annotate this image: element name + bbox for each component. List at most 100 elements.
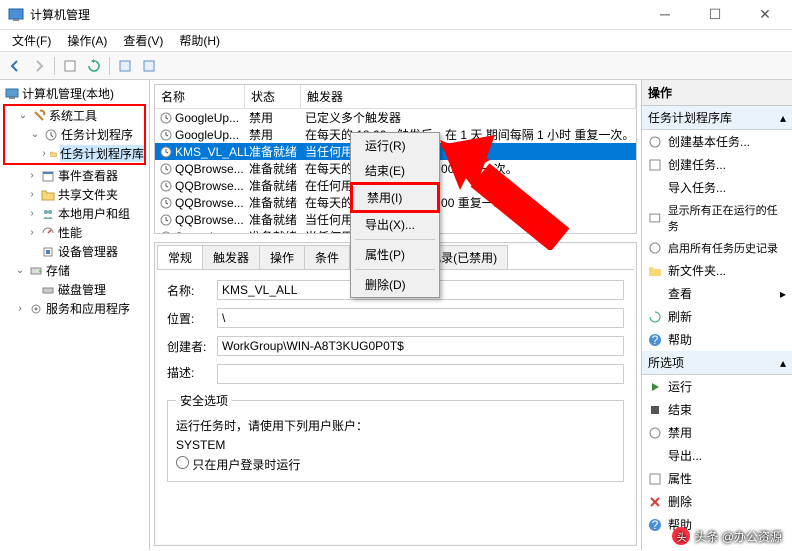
header-name[interactable]: 名称 [155, 85, 245, 108]
cm-properties[interactable]: 属性(P) [351, 242, 439, 267]
menu-action[interactable]: 操作(A) [59, 30, 115, 51]
app-icon [8, 7, 24, 23]
chevron-up-icon[interactable]: ▴ [780, 356, 786, 370]
header-status[interactable]: 状态 [245, 85, 301, 108]
task-icon [648, 158, 662, 172]
action-run[interactable]: 运行 [642, 375, 792, 398]
actions-pane: 操作 任务计划程序库▴ 创建基本任务... 创建任务... 导入任务... 显示… [642, 80, 792, 550]
tree-services[interactable]: ›服务和应用程序 [2, 299, 147, 318]
folder-icon [50, 147, 57, 161]
toolbar-btn[interactable] [59, 55, 81, 77]
tree-root[interactable]: 计算机管理(本地) [2, 84, 147, 103]
toolbar [0, 52, 792, 80]
tree-device-manager[interactable]: 设备管理器 [2, 242, 147, 261]
row-status: 禁用 [249, 109, 305, 126]
toolbar-btn2[interactable] [114, 55, 136, 77]
context-menu: 运行(R) 结束(E) 禁用(I) 导出(X)... 属性(P) 删除(D) [350, 132, 440, 298]
action-view[interactable]: 查看▸ [642, 282, 792, 305]
tree-disk-management[interactable]: 磁盘管理 [2, 280, 147, 299]
tab-conditions[interactable]: 条件 [304, 245, 350, 269]
tree-task-scheduler-library[interactable]: › 任务计划程序库 [5, 144, 144, 163]
properties-icon [648, 472, 662, 486]
menu-help[interactable]: 帮助(H) [171, 30, 228, 51]
chevron-right-icon: ▸ [780, 287, 786, 301]
tree-local-users[interactable]: ›本地用户和组 [2, 204, 147, 223]
list-header: 名称 状态 触发器 [155, 85, 636, 109]
clock-icon [159, 111, 173, 125]
action-properties[interactable]: 属性 [642, 467, 792, 490]
tools-icon [32, 109, 46, 123]
disable-icon [648, 426, 662, 440]
row-name: GoogleUp... [175, 128, 249, 142]
menu-view[interactable]: 查看(V) [115, 30, 171, 51]
clock-icon [159, 196, 173, 210]
tree-system-tools[interactable]: ⌄ 系统工具 [5, 106, 144, 125]
menu-file[interactable]: 文件(F) [4, 30, 59, 51]
computer-icon [5, 87, 19, 101]
disk-icon [41, 283, 55, 297]
row-name: QQBrowse... [175, 196, 249, 210]
tab-general[interactable]: 常规 [157, 245, 203, 269]
tab-triggers[interactable]: 触发器 [202, 245, 260, 269]
row-status: 准备就绪 [249, 177, 305, 194]
folder-icon [648, 264, 662, 278]
navigation-tree: 计算机管理(本地) ⌄ 系统工具 ⌄ 任务计划程序 › 任务计划程序库 ›事件查… [0, 80, 150, 550]
cm-run[interactable]: 运行(R) [351, 133, 439, 158]
action-export[interactable]: 导出... [642, 444, 792, 467]
tree-event-viewer[interactable]: ›事件查看器 [2, 166, 147, 185]
performance-icon [41, 226, 55, 240]
forward-button[interactable] [28, 55, 50, 77]
action-disable[interactable]: 禁用 [642, 421, 792, 444]
clock-icon [648, 135, 662, 149]
action-enable-history[interactable]: 启用所有任务历史记录 [642, 237, 792, 259]
collapse-icon[interactable]: ⌄ [17, 110, 29, 121]
action-new-folder[interactable]: 新文件夹... [642, 259, 792, 282]
clock-icon [159, 145, 173, 159]
header-trigger[interactable]: 触发器 [301, 85, 636, 108]
tab-actions[interactable]: 操作 [259, 245, 305, 269]
chevron-up-icon[interactable]: ▴ [780, 111, 786, 125]
action-create-basic[interactable]: 创建基本任务... [642, 130, 792, 153]
location-label: 位置: [167, 310, 217, 327]
description-field[interactable] [217, 364, 624, 384]
folder-shared-icon [41, 188, 55, 202]
tree-performance[interactable]: ›性能 [2, 223, 147, 242]
close-button[interactable]: ✕ [750, 6, 780, 23]
action-help[interactable]: ?帮助 [642, 328, 792, 351]
services-icon [29, 302, 43, 316]
svg-text:?: ? [652, 518, 659, 532]
row-name: QQBrowse... [175, 213, 249, 227]
annotation-arrow [440, 120, 570, 250]
users-icon [41, 207, 55, 221]
titlebar: 计算机管理 ─ ☐ ✕ [0, 0, 792, 30]
toolbar-btn3[interactable] [138, 55, 160, 77]
collapse-icon[interactable]: ⌄ [29, 129, 41, 140]
cm-end[interactable]: 结束(E) [351, 158, 439, 183]
row-status: 准备就绪 [249, 160, 305, 177]
refresh-button[interactable] [83, 55, 105, 77]
run-logged-on-radio[interactable] [176, 456, 189, 469]
maximize-button[interactable]: ☐ [700, 6, 730, 23]
help-icon: ? [648, 333, 662, 347]
device-icon [41, 245, 55, 259]
clock-icon [159, 179, 173, 193]
action-delete[interactable]: 删除 [642, 490, 792, 513]
tree-storage[interactable]: ⌄存储 [2, 261, 147, 280]
clock-icon [159, 128, 173, 142]
cm-disable[interactable]: 禁用(I) [350, 182, 440, 213]
tree-shared-folders[interactable]: ›共享文件夹 [2, 185, 147, 204]
action-end[interactable]: 结束 [642, 398, 792, 421]
minimize-button[interactable]: ─ [650, 6, 680, 23]
cm-export[interactable]: 导出(X)... [351, 212, 439, 237]
expand-icon[interactable]: › [41, 148, 47, 159]
cm-delete[interactable]: 删除(D) [351, 272, 439, 297]
tree-task-scheduler[interactable]: ⌄ 任务计划程序 [5, 125, 144, 144]
action-create-task[interactable]: 创建任务... [642, 153, 792, 176]
back-button[interactable] [4, 55, 26, 77]
action-refresh[interactable]: 刷新 [642, 305, 792, 328]
action-import[interactable]: 导入任务... [642, 176, 792, 199]
security-text: 运行任务时，请使用下列用户账户： [176, 417, 615, 434]
row-name: KMS_VL_ALL [175, 145, 249, 159]
action-show-running[interactable]: 显示所有正在运行的任务 [642, 199, 792, 237]
help-icon: ? [648, 518, 662, 532]
